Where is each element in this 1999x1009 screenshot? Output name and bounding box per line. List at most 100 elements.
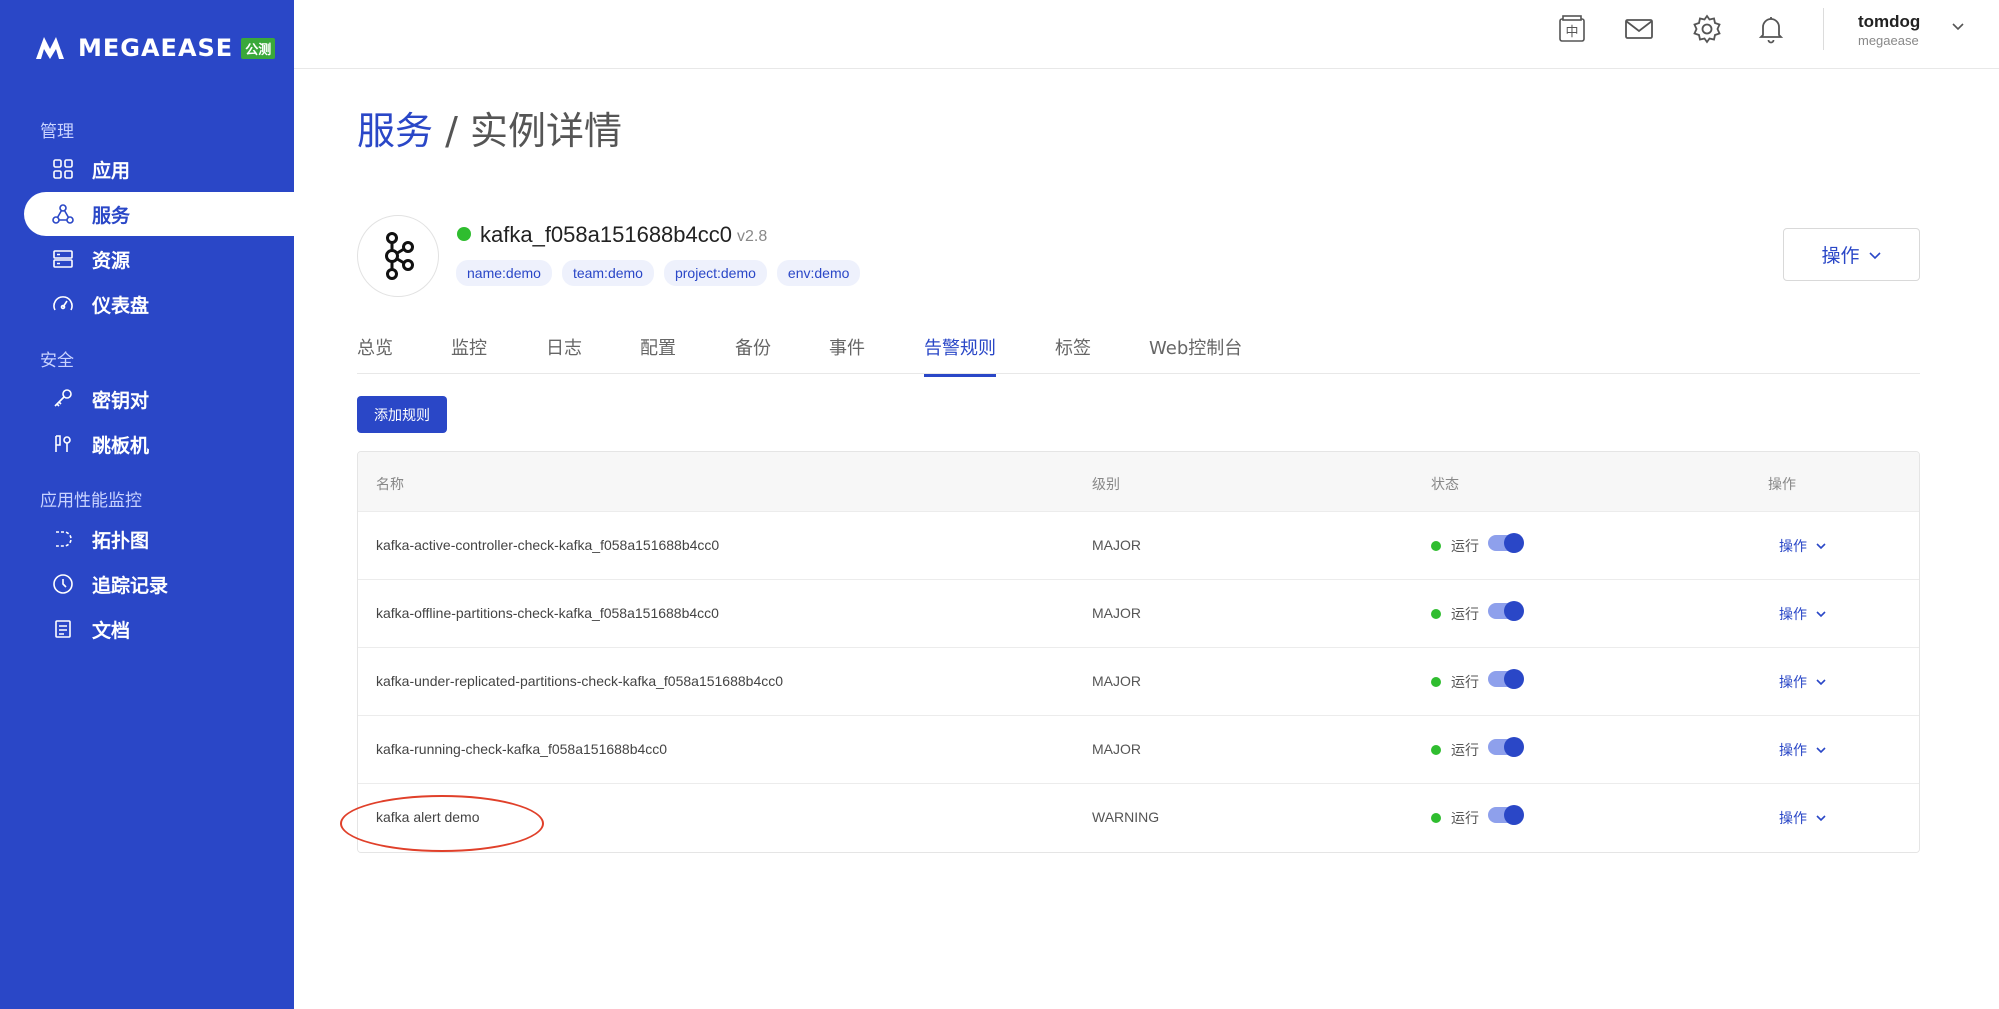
tab-config[interactable]: 配置	[640, 334, 676, 374]
beta-badge: 公测	[241, 37, 276, 59]
sidebar-item-bastion[interactable]: 跳板机	[24, 422, 294, 466]
breadcrumb-services-link[interactable]: 服务	[357, 109, 433, 153]
user-org: megaease	[1858, 33, 1919, 48]
column-header-status: 状态	[1431, 477, 1459, 493]
nav-section-apm: 应用性能监控	[40, 491, 142, 510]
sidebar-item-apps[interactable]: 应用	[24, 147, 294, 191]
rule-enable-toggle[interactable]	[1488, 669, 1524, 689]
topbar	[294, 0, 1999, 69]
gear-icon[interactable]	[1692, 14, 1722, 44]
table-row: kafka-offline-partitions-check-kafka_f05…	[358, 580, 1919, 648]
nav-section-manage: 管理	[40, 122, 74, 141]
rule-name: kafka-under-replicated-partitions-check-…	[376, 673, 784, 689]
sidebar-item-dashboard[interactable]: 仪表盘	[24, 282, 294, 326]
status-dot	[1431, 745, 1441, 755]
chevron-down-icon	[1816, 543, 1826, 550]
chevron-down-icon	[1816, 747, 1826, 754]
tag[interactable]: team:demo	[561, 260, 654, 286]
chevron-down-icon	[1816, 611, 1826, 618]
tag[interactable]: name:demo	[456, 260, 552, 286]
row-ops-dropdown[interactable]: 操作	[1779, 672, 1827, 692]
apps-grid-icon	[52, 158, 74, 180]
toggle-knob	[1504, 805, 1524, 825]
tab-alert-rules[interactable]: 告警规则	[924, 334, 996, 377]
sidebar-item-services[interactable]: 服务	[24, 192, 294, 236]
sidebar-item-label: 拓扑图	[92, 530, 150, 552]
language-zh-icon[interactable]: 中	[1557, 14, 1587, 44]
sidebar-item-docs[interactable]: 文档	[24, 607, 294, 651]
rule-enable-toggle[interactable]	[1488, 805, 1524, 825]
tag[interactable]: env:demo	[776, 260, 861, 286]
rule-level: WARNING	[1092, 809, 1160, 825]
row-ops-label: 操作	[1779, 743, 1807, 759]
sidebar-item-label: 追踪记录	[92, 575, 169, 597]
megaease-logo-icon	[36, 37, 64, 59]
rule-level: MAJOR	[1092, 673, 1141, 689]
row-ops-dropdown[interactable]: 操作	[1779, 604, 1827, 624]
sidebar-item-label: 应用	[92, 160, 131, 182]
rule-name: kafka alert demo	[376, 809, 480, 825]
sidebar-item-traces[interactable]: 追踪记录	[24, 562, 294, 606]
rule-enable-toggle[interactable]	[1488, 533, 1524, 553]
tag[interactable]: project:demo	[663, 260, 767, 286]
sidebar-item-label: 服务	[92, 205, 131, 227]
sidebar-item-topology[interactable]: 拓扑图	[24, 517, 294, 561]
rule-status: 运行	[1431, 604, 1479, 624]
tab-logs[interactable]: 日志	[546, 334, 582, 374]
rule-enable-toggle[interactable]	[1488, 601, 1524, 621]
instance-ops-button[interactable]: 操作	[1783, 228, 1920, 281]
tab-backup[interactable]: 备份	[735, 334, 771, 374]
rule-enable-toggle[interactable]	[1488, 737, 1524, 757]
row-ops-label: 操作	[1779, 811, 1807, 827]
tab-events[interactable]: 事件	[829, 334, 865, 374]
breadcrumb-separator: /	[433, 109, 470, 153]
clock-icon	[52, 573, 74, 595]
rule-status: 运行	[1431, 672, 1479, 692]
topology-icon	[52, 528, 74, 550]
add-rule-button[interactable]: 添加规则	[357, 396, 447, 433]
svg-text:中: 中	[1565, 25, 1578, 40]
chevron-down-icon[interactable]	[1950, 18, 1966, 34]
topbar-divider	[1823, 8, 1824, 50]
rule-name: kafka-running-check-kafka_f058a151688b4c…	[376, 741, 668, 757]
column-header-ops: 操作	[1768, 477, 1796, 493]
brand-name: MEGAEASE	[78, 34, 234, 62]
gauge-icon	[52, 293, 74, 315]
row-ops-dropdown[interactable]: 操作	[1779, 808, 1827, 828]
instance-name: kafka_f058a151688b4cc0	[480, 222, 732, 247]
ops-button-label: 操作	[1821, 245, 1860, 267]
document-icon	[52, 618, 74, 640]
column-header-level: 级别	[1092, 477, 1120, 493]
status-label: 运行	[1451, 811, 1479, 827]
sidebar-item-keypairs[interactable]: 密钥对	[24, 377, 294, 421]
sidebar-item-label: 仪表盘	[92, 295, 150, 317]
bell-icon[interactable]	[1756, 14, 1786, 44]
tab-monitoring[interactable]: 监控	[451, 334, 487, 374]
page-title: 实例详情	[469, 109, 622, 153]
status-label: 运行	[1451, 675, 1479, 691]
toggle-knob	[1504, 669, 1524, 689]
brand-logo[interactable]: MEGAEASE 公测	[34, 34, 276, 62]
sidebar-item-label: 密钥对	[92, 390, 150, 412]
status-dot	[1431, 609, 1441, 619]
mail-icon[interactable]	[1624, 14, 1654, 44]
nav-section-security: 安全	[40, 351, 74, 370]
server-stack-icon	[52, 248, 74, 270]
tab-web-console[interactable]: Web控制台	[1149, 334, 1242, 374]
table-header: 名称 级别 状态 操作	[358, 452, 1919, 512]
rule-level: MAJOR	[1092, 605, 1141, 621]
row-ops-dropdown[interactable]: 操作	[1779, 536, 1827, 556]
rule-name: kafka-active-controller-check-kafka_f058…	[376, 537, 720, 553]
instance-version: v2.8	[737, 228, 768, 245]
status-dot	[1431, 541, 1441, 551]
user-name[interactable]: tomdog	[1858, 12, 1920, 32]
sidebar-item-resources[interactable]: 资源	[24, 237, 294, 281]
row-ops-dropdown[interactable]: 操作	[1779, 740, 1827, 760]
tab-labels[interactable]: 标签	[1055, 334, 1091, 374]
service-nodes-icon	[52, 203, 74, 225]
kafka-avatar	[357, 215, 439, 297]
toggle-knob	[1504, 601, 1524, 621]
tab-overview[interactable]: 总览	[357, 334, 393, 374]
table-row: kafka-under-replicated-partitions-check-…	[358, 648, 1919, 716]
column-header-name: 名称	[376, 477, 404, 493]
